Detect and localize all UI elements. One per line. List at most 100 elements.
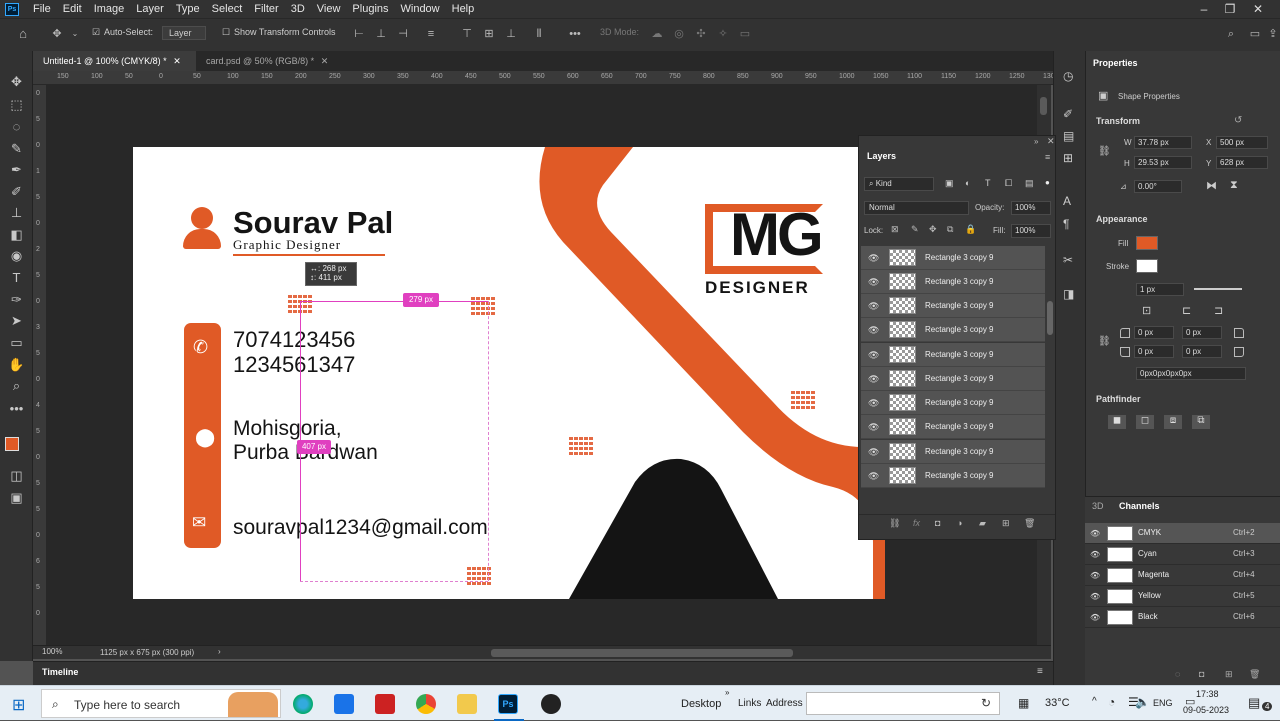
link-layers-icon[interactable]: ⛓ (889, 518, 900, 529)
menu-help[interactable]: Help (446, 3, 481, 15)
windows-start-icon[interactable]: ⊞ (12, 695, 25, 715)
menu-image[interactable]: Image (88, 3, 131, 15)
layers-scroll-thumb[interactable] (1047, 301, 1053, 335)
filter-pixel-icon[interactable]: ▣ (945, 178, 954, 189)
filter-smart-icon[interactable]: ▤ (1025, 178, 1034, 189)
auto-select-checkbox[interactable]: ☑ (92, 27, 100, 38)
app-red-icon[interactable] (375, 694, 395, 714)
menu-select[interactable]: Select (206, 3, 249, 15)
distribute-icon[interactable]: ≡ (424, 28, 438, 40)
eye-icon[interactable]: 👁 (1090, 613, 1100, 622)
pen-tool-icon[interactable]: ✑ (8, 291, 25, 308)
radius-tl-field[interactable]: 0 px (1134, 326, 1174, 339)
toolbar-expand-icon[interactable]: » (725, 688, 729, 697)
document-canvas[interactable]: Sourav Pal Graphic Designer ✆ ⬤ ✉ 707412… (133, 147, 885, 599)
layer-row[interactable]: 👁 Rectangle 3 copy 9 (861, 440, 1045, 464)
eye-icon[interactable]: 👁 (868, 350, 879, 361)
stroke-style-dropdown[interactable] (1194, 288, 1242, 290)
chrome-icon[interactable] (416, 694, 436, 714)
menu-view[interactable]: View (311, 3, 347, 15)
align-top-icon[interactable]: ⊤ (460, 28, 474, 40)
address-input[interactable]: ↻ (806, 692, 1000, 715)
tab-channels[interactable]: Channels (1119, 501, 1160, 511)
show-transform-checkbox[interactable]: ☐ (222, 27, 230, 38)
x-field[interactable]: 500 px (1216, 136, 1268, 149)
more-options-icon[interactable]: ••• (568, 28, 582, 40)
clock-time[interactable]: 17:38 (1196, 689, 1219, 699)
eye-icon[interactable]: 👁 (868, 422, 879, 433)
channel-row[interactable]: 👁 Magenta Ctrl+4 (1085, 565, 1280, 586)
brush-settings-icon[interactable]: ✐ (1063, 107, 1073, 121)
path-select-tool-icon[interactable]: ➤ (8, 312, 25, 329)
network-icon[interactable]: ◔ (1108, 695, 1115, 709)
link-icon[interactable]: ⛓ (1098, 146, 1111, 157)
align-center-icon[interactable]: ⊥ (374, 28, 388, 40)
reset-icon[interactable]: ↺ (1234, 115, 1242, 126)
fill-swatch[interactable] (1136, 236, 1158, 250)
photoshop-taskbar-icon[interactable]: Ps (498, 694, 518, 714)
notification-icon[interactable]: ▤ (1248, 695, 1260, 711)
scroll-thumb[interactable] (491, 649, 793, 657)
zoom-tool-icon[interactable]: ⌕ (8, 377, 25, 394)
stroke-caps-icon[interactable]: ⊏ (1182, 304, 1191, 317)
layer-row[interactable]: 👁 Rectangle 3 copy 9 (861, 294, 1045, 318)
distribute-vertical-icon[interactable]: ⫴ (532, 28, 546, 40)
type-tool-icon[interactable]: T (8, 269, 25, 286)
channel-row[interactable]: 👁 Black Ctrl+6 (1085, 607, 1280, 628)
channel-row[interactable]: 👁 Yellow Ctrl+5 (1085, 586, 1280, 607)
delete-channel-icon[interactable]: 🗑 (1249, 669, 1260, 680)
stroke-align-icon[interactable]: ⊡ (1142, 304, 1151, 317)
move-tool-icon[interactable]: ✥ (8, 73, 25, 90)
move-tool-icon[interactable]: ✥ (50, 28, 64, 40)
screen-mode-icon[interactable]: ▣ (8, 489, 25, 506)
eraser-tool-icon[interactable]: ◧ (8, 226, 25, 243)
panel-menu-icon[interactable]: ≡ (1037, 666, 1043, 677)
width-field[interactable]: 37.78 px (1134, 136, 1192, 149)
load-selection-icon[interactable]: ◌ (1175, 669, 1180, 679)
exclude-shapes-icon[interactable]: ⧉ (1192, 415, 1210, 429)
layer-row[interactable]: 👁 Rectangle 3 copy 9 (861, 270, 1045, 294)
collapse-icon[interactable]: » (1034, 137, 1038, 146)
3d-orbit-icon[interactable]: ☁ (650, 28, 664, 40)
links-toolbar[interactable]: Links (738, 698, 761, 709)
channel-row[interactable]: 👁 CMYK Ctrl+2 (1085, 523, 1280, 544)
auto-select-dropdown[interactable]: Layer (162, 26, 206, 40)
add-mask-icon[interactable]: ◘ (935, 518, 940, 528)
chevron-up-icon[interactable]: ^ (1092, 696, 1097, 707)
channel-row[interactable]: 👁 Cyan Ctrl+3 (1085, 544, 1280, 565)
tab-untitled-1[interactable]: Untitled-1 @ 100% (CMYK/8) * ✕ (33, 51, 196, 71)
layers-tab[interactable]: Layers (867, 151, 896, 161)
filter-kind-dropdown[interactable]: ⌕ Kind (864, 177, 934, 191)
eye-icon[interactable]: 👁 (868, 447, 879, 458)
restore-icon[interactable]: ❐ (1218, 0, 1242, 18)
filter-shape-icon[interactable]: ⧠ (1005, 178, 1012, 189)
delete-layer-icon[interactable]: 🗑 (1024, 518, 1035, 529)
lock-position-icon[interactable]: ✥ (929, 224, 937, 235)
menu-plugins[interactable]: Plugins (346, 3, 394, 15)
rectangle-tool-icon[interactable]: ▭ (8, 334, 25, 351)
stroke-swatch[interactable] (1136, 259, 1158, 273)
layer-row[interactable]: 👁 Rectangle 3 copy 9 (861, 318, 1045, 342)
group-folder-icon[interactable]: ▰ (979, 518, 986, 529)
opacity-field[interactable]: 100% (1011, 201, 1051, 215)
appearance-section[interactable]: Appearance (1096, 214, 1148, 224)
fx-icon[interactable]: fx (913, 518, 920, 528)
menu-file[interactable]: File (27, 3, 57, 15)
temperature[interactable]: 33°C (1045, 697, 1070, 709)
blend-mode-dropdown[interactable]: Normal (864, 201, 969, 215)
layer-row[interactable]: 👁 Rectangle 3 copy 9 (861, 415, 1045, 439)
eyedropper-tool-icon[interactable]: ✒ (8, 161, 25, 178)
close-icon[interactable]: ✕ (1246, 0, 1270, 18)
tools-preset-icon[interactable]: ✂ (1063, 253, 1073, 267)
workspace-icon[interactable]: ▭ (1248, 28, 1262, 40)
layer-row[interactable]: 👁 Rectangle 3 copy 9 (861, 343, 1045, 367)
eye-icon[interactable]: 👁 (868, 253, 879, 264)
home-icon[interactable]: ⌂ (16, 27, 30, 40)
clock-date[interactable]: 09-05-2023 (1183, 705, 1229, 715)
language[interactable]: ENG (1153, 698, 1173, 708)
layer-row[interactable]: 👁 Rectangle 3 copy 9 (861, 391, 1045, 415)
hand-tool-icon[interactable]: ✋ (8, 356, 25, 373)
foreground-color-swatch[interactable] (5, 437, 19, 451)
layer-row[interactable]: 👁 Rectangle 3 copy 9 (861, 464, 1045, 488)
menu-layer[interactable]: Layer (130, 3, 170, 15)
